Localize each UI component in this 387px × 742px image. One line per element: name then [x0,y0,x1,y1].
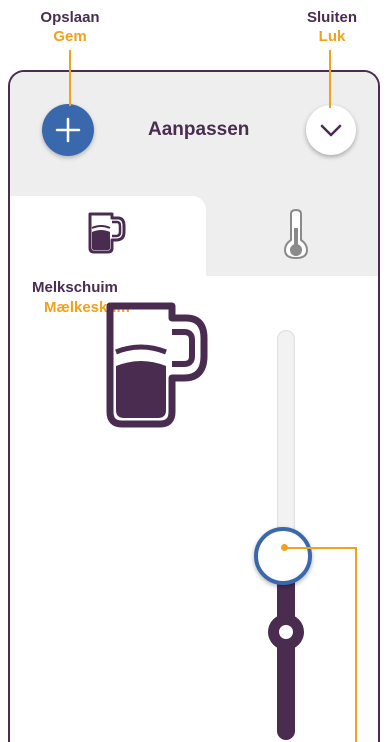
save-callout-primary: Opslaan [40,9,100,26]
active-tab-label-primary: Melkschuim [32,279,118,296]
milk-jug-icon [88,212,126,254]
adjust-panel: Aanpassen Melkschuim Mælkeskum [8,70,380,742]
add-button[interactable] [42,104,94,156]
close-button[interactable] [306,105,356,155]
close-callout-primary: Sluiten [306,9,357,26]
milk-foam-slider[interactable] [254,326,312,742]
thermometer-icon [283,208,309,260]
slider-track [277,330,295,556]
tab-milk-foam[interactable] [10,196,206,276]
slider-notch [268,614,304,650]
slider-leader-horizontal [285,547,357,549]
chevron-down-icon [320,124,342,137]
save-callout: Opslaan Gem [20,8,120,46]
tab-bar [10,196,378,276]
slider-leader-vertical [355,547,357,742]
save-callout-secondary: Gem [53,28,87,45]
close-leader-line [329,50,331,108]
tab-temperature[interactable] [206,196,378,276]
plus-icon [55,117,81,143]
milk-level-jug-icon [106,302,208,428]
panel-header: Aanpassen [10,72,378,190]
close-callout: Sluiten Luk [280,8,384,46]
page-title: Aanpassen [148,119,250,140]
save-leader-line [69,50,71,106]
slider-thumb[interactable] [254,526,312,585]
close-callout-secondary: Luk [318,28,346,45]
